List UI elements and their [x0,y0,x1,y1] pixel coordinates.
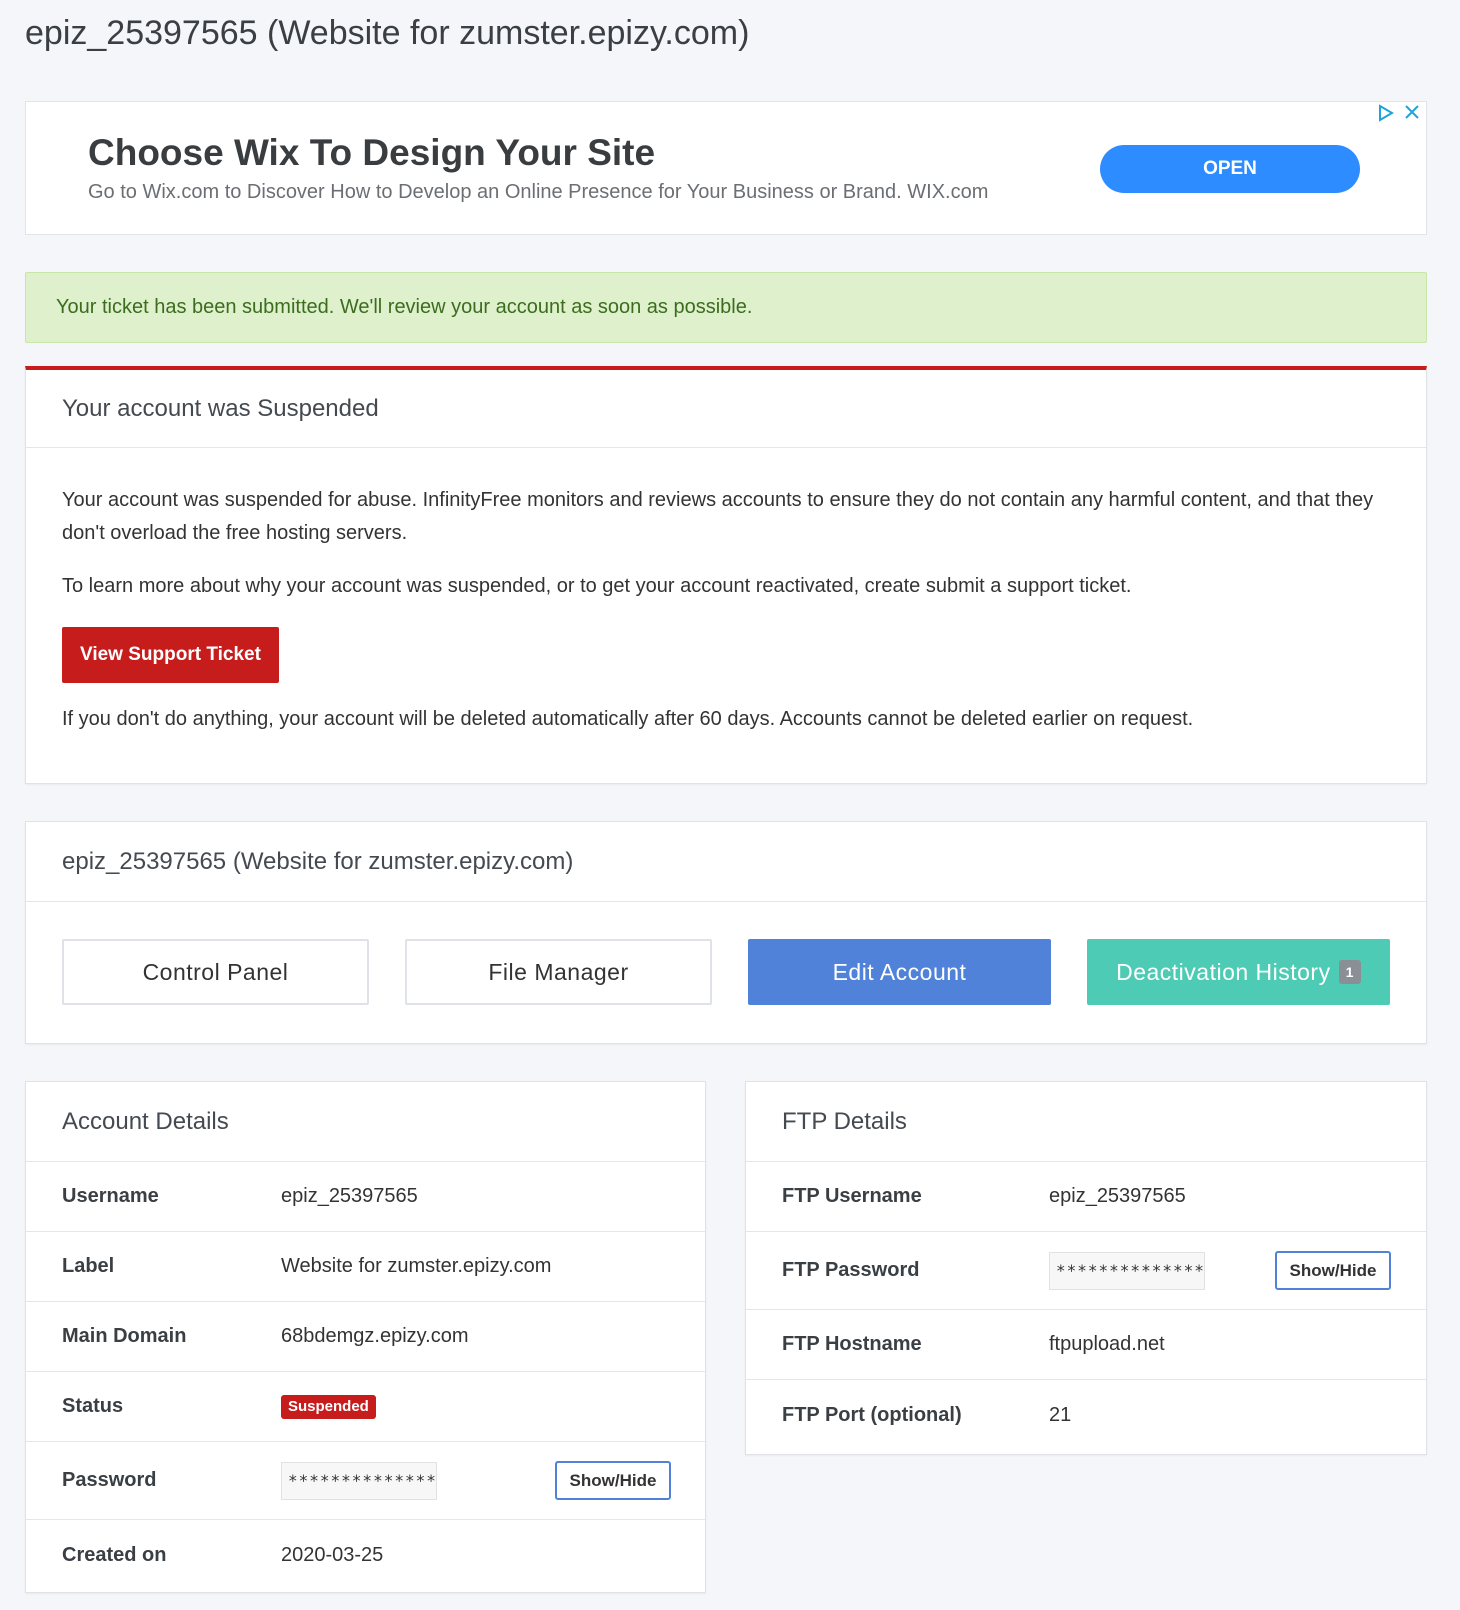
detail-row-status: Status Suspended [26,1372,705,1442]
ftp-row-username: FTP Username epiz_25397565 [746,1162,1426,1232]
deactivation-history-label: Deactivation History [1116,958,1331,985]
ftp-show-hide-password-button[interactable]: Show/Hide [1275,1251,1391,1290]
account-details-card: Account Details Username epiz_25397565 L… [25,1081,706,1593]
detail-row-password: Password ************** Show/Hide [26,1442,705,1520]
account-actions: Control Panel File Manager Edit Account … [26,902,1426,1042]
ftp-password-field[interactable]: ************** [1049,1251,1205,1290]
label-label: Label [62,1255,115,1277]
username-label: Username [62,1185,159,1207]
suspended-deletion-notice: If you don't do anything, your account w… [62,708,1194,730]
suspended-card-body: Your account was suspended for abuse. In… [26,448,1426,736]
edit-account-button[interactable]: Edit Account [748,939,1051,1005]
ftp-row-password: FTP Password ************** Show/Hide [746,1232,1426,1310]
account-card-title: epiz_25397565 (Website for zumster.epizy… [26,822,1426,902]
username-value: epiz_25397565 [281,1185,418,1207]
main-domain-label: Main Domain [62,1325,187,1347]
success-alert: Your ticket has been submitted. We'll re… [25,272,1427,343]
password-field[interactable]: ************** [281,1461,437,1500]
deactivation-history-button[interactable]: Deactivation History 1 [1087,939,1390,1005]
ftp-details-card: FTP Details FTP Username epiz_25397565 F… [745,1081,1427,1455]
suspended-learn-more-text: To learn more about why your account was… [62,575,1132,597]
ad-banner[interactable]: Choose Wix To Design Your Site Go to Wix… [25,101,1427,235]
close-icon[interactable] [1402,104,1422,124]
ftp-details-title: FTP Details [746,1082,1426,1162]
adchoices-icon[interactable] [1376,104,1396,124]
ftp-row-hostname: FTP Hostname ftpupload.net [746,1310,1426,1380]
ftp-username-label: FTP Username [782,1185,922,1207]
suspended-reason-text: Your account was suspended for abuse. In… [62,489,1374,544]
created-on-value: 2020-03-25 [281,1543,384,1566]
created-on-label: Created on [62,1543,167,1566]
detail-row-username: Username epiz_25397565 [26,1162,705,1232]
ftp-port-label: FTP Port (optional) [782,1403,962,1426]
detail-row-label: Label Website for zumster.epizy.com [26,1232,705,1302]
status-badge: Suspended [281,1394,376,1419]
main-domain-value: 68bdemgz.epizy.com [281,1325,469,1347]
password-label: Password [62,1469,157,1491]
ftp-row-port: FTP Port (optional) 21 [746,1380,1426,1450]
show-hide-password-button[interactable]: Show/Hide [555,1461,671,1500]
ftp-username-value: epiz_25397565 [1049,1185,1186,1207]
deactivation-count-badge: 1 [1338,960,1361,984]
ftp-port-value: 21 [1049,1403,1072,1426]
ad-description[interactable]: Go to Wix.com to Discover How to Develop… [88,181,988,204]
suspended-card-title: Your account was Suspended [26,370,1426,448]
detail-row-main-domain: Main Domain 68bdemgz.epizy.com [26,1302,705,1372]
ftp-hostname-label: FTP Hostname [782,1333,922,1355]
account-actions-card: epiz_25397565 (Website for zumster.epizy… [25,821,1427,1044]
ad-icons [1376,104,1422,124]
detail-row-created: Created on 2020-03-25 [26,1520,705,1590]
file-manager-button[interactable]: File Manager [405,939,712,1005]
view-support-ticket-button[interactable]: View Support Ticket [62,627,279,683]
ftp-hostname-value: ftpupload.net [1049,1333,1165,1355]
ad-title[interactable]: Choose Wix To Design Your Site [88,132,655,174]
label-value: Website for zumster.epizy.com [281,1255,552,1277]
success-alert-text: Your ticket has been submitted. We'll re… [56,296,753,318]
ftp-password-label: FTP Password [782,1259,920,1281]
suspended-card: Your account was Suspended Your account … [25,366,1427,784]
page-title: epiz_25397565 (Website for zumster.epizy… [25,14,750,52]
status-label: Status [62,1395,124,1417]
control-panel-button[interactable]: Control Panel [62,939,369,1005]
ad-open-button[interactable]: OPEN [1100,145,1360,193]
account-details-title: Account Details [26,1082,705,1162]
